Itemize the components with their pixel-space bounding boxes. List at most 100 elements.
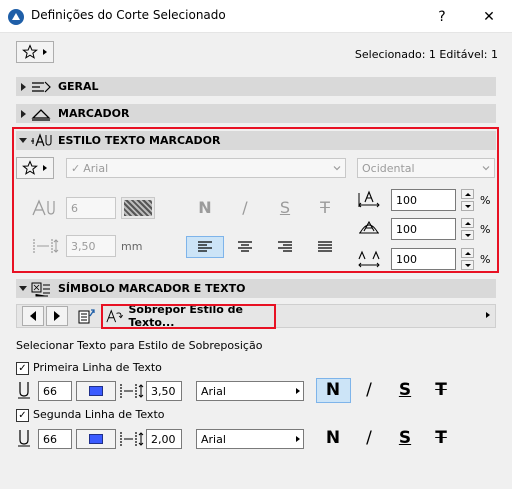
align-justify-icon bbox=[318, 241, 332, 252]
slant-field[interactable]: 100 bbox=[391, 218, 456, 240]
align-center-icon bbox=[238, 241, 252, 252]
second-line-pen-field[interactable]: 66 bbox=[38, 429, 72, 449]
selection-info: Selecionado: 1 Editável: 1 bbox=[354, 48, 498, 61]
italic-toggle[interactable]: / bbox=[233, 198, 257, 218]
star-icon bbox=[22, 160, 38, 175]
unit-label: mm bbox=[121, 240, 143, 253]
dropdown-arrow-icon bbox=[43, 165, 47, 171]
first-line-font-value: Arial bbox=[201, 384, 226, 398]
strikethrough-toggle[interactable]: T bbox=[313, 198, 337, 218]
spin-up-button[interactable] bbox=[461, 189, 474, 199]
first-line-pen-field[interactable]: 66 bbox=[38, 381, 72, 401]
width-factor-spinner[interactable] bbox=[461, 189, 474, 211]
dropdown-arrow-icon bbox=[43, 49, 47, 55]
section-estilo-label: ESTILO TEXTO MARCADOR bbox=[58, 134, 221, 147]
favorites-button[interactable] bbox=[16, 41, 54, 63]
slant-percent-label: % bbox=[480, 223, 491, 236]
line-spacing-icon bbox=[120, 432, 144, 446]
line-spacing-icon bbox=[33, 239, 59, 253]
width-factor-field[interactable]: 100 bbox=[391, 189, 456, 211]
first-line-font-dropdown[interactable]: Arial bbox=[196, 381, 304, 401]
override-style-button[interactable]: Sobrepor Estilo de Texto... bbox=[102, 303, 272, 329]
first-line-italic-button[interactable]: / bbox=[355, 380, 383, 400]
marker-icon bbox=[31, 108, 51, 121]
first-line-underline-button[interactable]: S bbox=[391, 380, 419, 400]
spin-down-button[interactable] bbox=[461, 260, 474, 270]
section-simbolo[interactable]: SÍMBOLO MARCADOR E TEXTO bbox=[16, 279, 496, 298]
section-marcador[interactable]: MARCADOR bbox=[16, 104, 496, 123]
font-value: Arial bbox=[83, 161, 109, 175]
text-pen-button[interactable] bbox=[121, 197, 155, 219]
previous-button[interactable] bbox=[22, 306, 44, 326]
dropdown-arrow-icon bbox=[296, 388, 300, 394]
pen-icon bbox=[18, 430, 30, 447]
spin-up-button[interactable] bbox=[461, 218, 474, 228]
second-line-label: Segunda Linha de Texto bbox=[33, 408, 165, 421]
spin-up-button[interactable] bbox=[461, 248, 474, 258]
char-spacing-percent-label: % bbox=[480, 253, 491, 266]
second-line-checkbox[interactable]: ✓ bbox=[16, 409, 29, 422]
section-marcador-label: MARCADOR bbox=[58, 107, 130, 120]
second-line-bold-button[interactable]: N bbox=[319, 428, 347, 448]
section-estilo[interactable]: ESTILO TEXTO MARCADOR bbox=[16, 131, 496, 150]
help-button[interactable]: ? bbox=[419, 0, 465, 33]
override-arrow-icon[interactable] bbox=[486, 312, 490, 318]
align-left-button[interactable] bbox=[186, 236, 224, 258]
text-size-icon bbox=[32, 199, 55, 216]
window-title: Definições do Corte Selecionado bbox=[31, 8, 226, 22]
chevron-down-icon bbox=[333, 166, 341, 171]
script-dropdown[interactable]: Ocidental bbox=[357, 158, 495, 178]
color-swatch bbox=[89, 386, 103, 396]
text-size-field[interactable]: 6 bbox=[66, 197, 116, 219]
spin-down-button[interactable] bbox=[461, 230, 474, 240]
width-factor-icon bbox=[358, 190, 380, 208]
second-line-strike-button[interactable]: T bbox=[427, 428, 455, 448]
first-line-checkbox[interactable]: ✓ bbox=[16, 362, 29, 375]
next-button[interactable] bbox=[46, 306, 68, 326]
align-justify-button[interactable] bbox=[306, 236, 344, 258]
first-line-spacing-field[interactable]: 3,50 bbox=[146, 381, 182, 401]
script-value: Ocidental bbox=[362, 161, 415, 175]
arrow-right-icon bbox=[54, 311, 60, 321]
style-favorites-button[interactable] bbox=[16, 157, 54, 179]
second-line-spacing-field[interactable]: 2,00 bbox=[146, 429, 182, 449]
second-line-font-value: Arial bbox=[201, 432, 226, 446]
char-spacing-field[interactable]: 100 bbox=[391, 248, 456, 270]
star-icon bbox=[22, 44, 38, 59]
check-icon: ✓ bbox=[71, 161, 81, 175]
slant-spinner[interactable] bbox=[461, 218, 474, 240]
align-right-button[interactable] bbox=[266, 236, 304, 258]
first-line-label: Primeira Linha de Texto bbox=[33, 361, 162, 374]
chevron-down-icon bbox=[482, 166, 490, 171]
align-left-icon bbox=[198, 241, 212, 252]
second-line-color-button[interactable] bbox=[76, 429, 116, 449]
second-line-font-dropdown[interactable]: Arial bbox=[196, 429, 304, 449]
override-list-icon[interactable] bbox=[77, 308, 97, 324]
char-spacing-spinner[interactable] bbox=[461, 248, 474, 270]
first-line-strike-button[interactable]: T bbox=[427, 380, 455, 400]
pen-pattern-swatch bbox=[124, 200, 152, 216]
check-icon: ✓ bbox=[18, 362, 27, 374]
close-button[interactable]: ✕ bbox=[466, 0, 512, 33]
dropdown-arrow-icon bbox=[296, 436, 300, 442]
line-spacing-field[interactable]: 3,50 bbox=[66, 235, 116, 257]
bold-toggle[interactable]: N bbox=[193, 198, 217, 218]
title-bar: Definições do Corte Selecionado ? ✕ bbox=[0, 0, 512, 33]
second-line-italic-button[interactable]: / bbox=[355, 428, 383, 448]
section-geral-label: GERAL bbox=[58, 80, 99, 93]
section-geral[interactable]: GERAL bbox=[16, 77, 496, 96]
spin-down-button[interactable] bbox=[461, 201, 474, 211]
override-style-label: Sobrepor Estilo de Texto... bbox=[128, 303, 243, 329]
second-line-underline-button[interactable]: S bbox=[391, 428, 419, 448]
width-percent-label: % bbox=[480, 194, 491, 207]
text-style-icon bbox=[31, 132, 52, 146]
align-center-button[interactable] bbox=[226, 236, 264, 258]
general-settings-icon bbox=[32, 81, 51, 92]
first-line-bold-label: N bbox=[325, 380, 341, 400]
align-right-icon bbox=[278, 241, 292, 252]
app-icon bbox=[8, 9, 24, 25]
font-dropdown[interactable]: ✓ Arial bbox=[66, 158, 346, 178]
marker-symbol-icon bbox=[31, 282, 50, 296]
first-line-color-button[interactable] bbox=[76, 381, 116, 401]
underline-toggle[interactable]: S bbox=[273, 198, 297, 218]
